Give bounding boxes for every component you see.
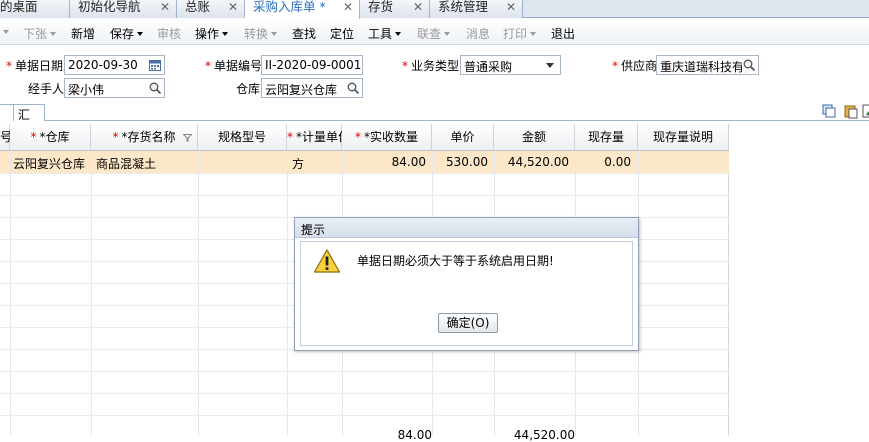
cell-qty[interactable]: 84.00 — [342, 155, 426, 169]
tab-label: 系统管理 — [438, 0, 489, 14]
tab-init-nav[interactable]: 初始化导航 ✕ — [70, 0, 177, 18]
button-label: 打印 — [503, 27, 528, 41]
tab-bar: 的桌面 初始化导航 ✕ 总账 ✕ 采购入库单 * ✕ 存货 ✕ 系统管理 ✕ — [0, 0, 869, 19]
close-icon[interactable]: ✕ — [413, 0, 423, 14]
cell-amount[interactable]: 44,520.00 — [494, 155, 569, 169]
tab-label: 采购入库单 * — [253, 0, 326, 14]
tab-system-mgmt[interactable]: 系统管理 ✕ — [430, 0, 523, 18]
close-icon[interactable]: ✕ — [343, 0, 353, 14]
find-button[interactable]: 查找 — [292, 25, 316, 42]
cell-warehouse[interactable]: 云阳复兴仓库 — [13, 155, 85, 172]
search-icon[interactable] — [742, 58, 756, 72]
cell-item-name[interactable]: 商品混凝土 — [96, 155, 156, 172]
copy-row-icon[interactable] — [821, 103, 837, 119]
toolbar-arrow[interactable] — [0, 25, 9, 39]
audit-button[interactable]: 审核 — [157, 25, 181, 42]
tab-label: 初始化导航 — [78, 0, 141, 14]
handler-label: 经手人 — [28, 82, 65, 96]
tab-desktop[interactable]: 的桌面 — [0, 0, 70, 18]
operate-button[interactable]: 操作 — [195, 25, 229, 42]
edit-row-icon[interactable] — [862, 103, 869, 119]
chevron-down-icon[interactable] — [546, 63, 554, 68]
print-button[interactable]: 打印 — [503, 25, 537, 42]
locate-button[interactable]: 定位 — [330, 25, 354, 42]
button-label: 工具 — [368, 27, 393, 41]
col-header-price[interactable]: 单价 — [432, 124, 494, 151]
biz-type-label: * 业务类型 — [402, 59, 460, 73]
doc-no-label: * 单据编号 — [205, 59, 263, 73]
button-label: 转换 — [244, 27, 269, 41]
tab-ledger[interactable]: 总账 ✕ — [177, 0, 245, 18]
search-icon[interactable] — [148, 81, 162, 95]
warning-icon — [313, 249, 341, 273]
dialog-titlebar[interactable]: 提示 ✕ — [295, 218, 638, 238]
filter-icon[interactable] — [183, 134, 192, 142]
doc-date-value: 2020-09-30 — [68, 58, 138, 72]
biz-type-select[interactable]: 普通采购 — [460, 55, 561, 75]
button-label: 联查 — [417, 27, 442, 41]
cell-unit[interactable]: 方 — [292, 155, 304, 172]
col-header-stock-note[interactable]: 现存量说明 — [638, 124, 729, 151]
message-button[interactable]: 消息 — [466, 25, 490, 42]
tab-label: 总账 — [185, 0, 211, 14]
tab-label: 存货 — [368, 0, 394, 14]
paste-row-icon[interactable] — [843, 103, 859, 119]
toolbar: 下张 新增 保存 审核 操作 转换 查找 定位 工具 联查 消息 打印 退出 — [0, 19, 869, 45]
subtab-detail[interactable] — [0, 104, 14, 121]
calendar-icon[interactable] — [148, 58, 162, 72]
doc-no-field[interactable]: II-2020-09-0001 — [261, 55, 363, 75]
total-amount: 44,520.00 — [513, 428, 575, 442]
col-header-item-name[interactable]: * *存货名称 — [91, 124, 198, 151]
col-header-rownum[interactable]: 号 — [0, 124, 12, 151]
close-icon[interactable]: ✕ — [160, 0, 170, 14]
supplier-label: * 供应商 — [612, 59, 658, 73]
col-header-qty[interactable]: * *实收数量 — [342, 124, 432, 151]
detail-subtabs: 汇总 — [0, 103, 869, 139]
supplier-field[interactable]: 重庆道瑞科技有限 — [656, 55, 759, 75]
exit-button[interactable]: 退出 — [551, 25, 575, 42]
subtab-summary[interactable]: 汇总 — [13, 104, 45, 139]
col-header-amount[interactable]: 金额 — [494, 124, 575, 151]
cell-stock[interactable]: 0.00 — [575, 155, 631, 169]
col-header-stock[interactable]: 现存量 — [575, 124, 638, 151]
doc-no-value: II-2020-09-0001 — [265, 58, 362, 72]
biz-type-value: 普通采购 — [464, 60, 513, 74]
col-header-unit[interactable]: * *计量单位 — [287, 124, 350, 151]
cell-price[interactable]: 530.00 — [432, 155, 488, 169]
alert-dialog: 提示 ✕ 单据日期必须大于等于系统启用日期! 确定(O) — [294, 217, 639, 351]
search-icon[interactable] — [346, 81, 360, 95]
tools-button[interactable]: 工具 — [368, 25, 402, 42]
prev-page-button[interactable]: 下张 — [23, 25, 57, 42]
close-icon[interactable]: ✕ — [506, 0, 516, 14]
total-qty: 84.00 — [397, 428, 432, 442]
button-label: 操作 — [195, 27, 220, 41]
warehouse-label: 仓库 — [236, 82, 261, 96]
close-icon[interactable]: ✕ — [301, 221, 630, 235]
col-header-warehouse[interactable]: * *仓库 — [10, 124, 91, 151]
doc-date-label: * 单据日期 — [6, 59, 64, 73]
button-label: 下张 — [23, 27, 48, 41]
tab-inventory[interactable]: 存货 ✕ — [360, 0, 430, 18]
add-button[interactable]: 新增 — [71, 25, 95, 42]
handler-value: 梁小伟 — [68, 83, 105, 97]
col-header-spec[interactable]: 规格型号 — [198, 124, 287, 151]
warehouse-value: 云阳复兴仓库 — [265, 83, 338, 97]
convert-button[interactable]: 转换 — [244, 25, 278, 42]
handler-field[interactable]: 梁小伟 — [64, 78, 165, 98]
warehouse-field[interactable]: 云阳复兴仓库 — [261, 78, 363, 98]
save-button[interactable]: 保存 — [110, 25, 144, 42]
tab-label: 的桌面 — [0, 0, 38, 14]
tab-purchase-receipt[interactable]: 采购入库单 * ✕ — [245, 0, 360, 19]
dialog-message: 单据日期必须大于等于系统启用日期! — [357, 254, 554, 268]
ok-button[interactable]: 确定(O) — [438, 313, 498, 333]
close-icon[interactable]: ✕ — [228, 0, 238, 14]
button-label: 保存 — [110, 27, 135, 41]
related-button[interactable]: 联查 — [417, 25, 451, 42]
dialog-body: 单据日期必须大于等于系统启用日期! 确定(O) — [300, 241, 633, 346]
doc-date-field[interactable]: 2020-09-30 — [64, 55, 165, 75]
